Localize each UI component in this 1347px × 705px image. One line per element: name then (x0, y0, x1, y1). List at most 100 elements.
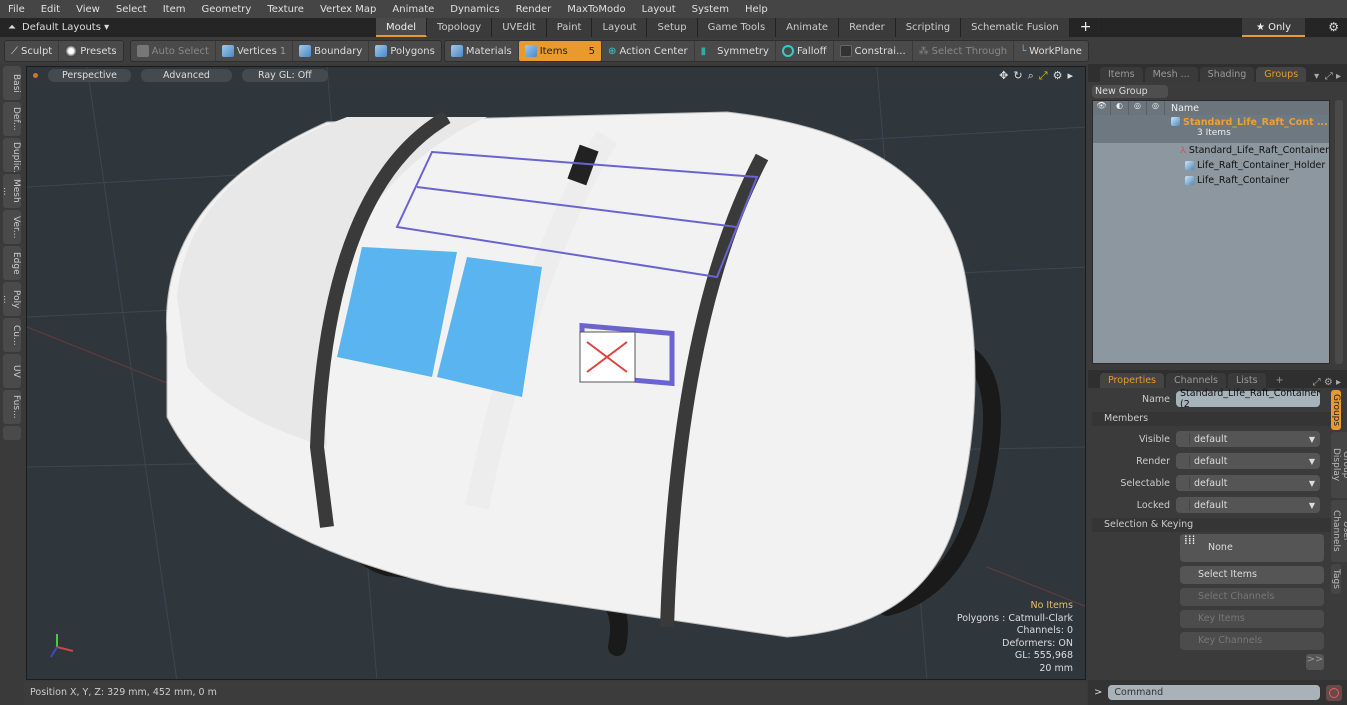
tool-tab-basic[interactable]: Basi (3, 66, 21, 100)
shading-button[interactable]: Advanced (141, 68, 232, 82)
more-button[interactable]: >> (1306, 654, 1324, 670)
menu-system[interactable]: System (684, 4, 737, 15)
tab-paint[interactable]: Paint (546, 18, 593, 37)
move-icon[interactable]: ✥ (999, 69, 1008, 83)
tool-tab-edge[interactable]: Edge (3, 246, 21, 280)
key-channels-button[interactable]: Key Channels (1180, 632, 1324, 650)
tool-tab-fusion[interactable]: Fus... (3, 390, 21, 424)
locked-select[interactable]: default ▼ (1176, 497, 1320, 513)
tab-groups[interactable]: Groups (1256, 67, 1307, 82)
action-center-button[interactable]: ⊕ Action Center (602, 41, 695, 61)
tab-layout[interactable]: Layout (592, 18, 648, 37)
add-tab-button[interactable]: + (1268, 373, 1292, 388)
selection-keying-section[interactable]: Selection & Keying (1092, 518, 1343, 532)
tool-tab-mesh[interactable]: Mesh ... (3, 174, 21, 208)
menu-view[interactable]: View (68, 4, 108, 15)
members-section[interactable]: Members (1092, 412, 1343, 426)
items-button[interactable]: Items 5 (518, 41, 603, 61)
side-tab-group-display[interactable]: Group Display (1331, 432, 1347, 498)
menu-texture[interactable]: Texture (259, 4, 312, 15)
menu-geometry[interactable]: Geometry (193, 4, 259, 15)
tab-render[interactable]: Render (839, 18, 896, 37)
tab-mesh[interactable]: Mesh ... (1144, 67, 1198, 82)
boundary-button[interactable]: Boundary (293, 41, 370, 61)
tab-topology[interactable]: Topology (427, 18, 493, 37)
select-items-button[interactable]: Select Items (1180, 566, 1324, 584)
tab-animate[interactable]: Animate (776, 18, 840, 37)
gear-icon[interactable]: ⚙ (1053, 69, 1063, 83)
auto-select-button[interactable]: Auto Select (131, 41, 216, 61)
tab-items[interactable]: Items (1100, 67, 1143, 82)
only-toggle[interactable]: ★ Only (1241, 18, 1305, 37)
groups-scrollbar[interactable] (1335, 100, 1343, 364)
menu-select[interactable]: Select (108, 4, 155, 15)
visible-select[interactable]: default ▼ (1176, 431, 1320, 447)
expand-icon[interactable]: ⤢ ⚙ ▸ (1313, 377, 1341, 388)
rotate-icon[interactable]: ↻ (1013, 69, 1022, 83)
menu-maxtomodo[interactable]: MaxToModo (559, 4, 633, 15)
presets-button[interactable]: Presets (59, 41, 122, 61)
list-item[interactable]: Life_Raft_Container (1093, 173, 1329, 188)
side-tab-user-channels[interactable]: User Channels (1331, 500, 1347, 562)
select-channels-button[interactable]: Select Channels (1180, 588, 1324, 606)
side-tab-groups[interactable]: Groups (1331, 390, 1341, 430)
tab-shading[interactable]: Shading (1199, 67, 1255, 82)
list-item[interactable]: ⅄ Standard_Life_Raft_Container (1093, 143, 1329, 158)
command-input[interactable]: Command (1108, 685, 1321, 700)
key-items-button[interactable]: Key Items (1180, 610, 1324, 628)
menu-edit[interactable]: Edit (33, 4, 68, 15)
group-row[interactable]: Standard_Life_Raft_Cont ... 3 Items (1093, 115, 1329, 143)
tool-tab-uv[interactable]: UV (3, 354, 21, 388)
select-lock-icon[interactable]: ◎ (1129, 101, 1147, 115)
layouts-dropdown[interactable]: Default Layouts ▾ (22, 22, 109, 33)
chevron-down-icon[interactable]: ▾ (1314, 71, 1319, 82)
eye-icon[interactable]: 👁 (1093, 101, 1111, 115)
tab-scripting[interactable]: Scripting (895, 18, 962, 37)
tool-tab-duplicate[interactable]: Duplic... (3, 138, 21, 172)
tab-channels[interactable]: Channels (1166, 373, 1226, 388)
vertices-button[interactable]: Vertices 1 (216, 41, 294, 61)
tab-game-tools[interactable]: Game Tools (697, 18, 777, 37)
falloff-button[interactable]: Falloff (776, 41, 834, 61)
tool-tab-polygon[interactable]: Poly ... (3, 282, 21, 316)
menu-dynamics[interactable]: Dynamics (442, 4, 507, 15)
menu-vertex-map[interactable]: Vertex Map (312, 4, 384, 15)
view-mode-button[interactable]: Perspective (48, 68, 132, 82)
selectable-select[interactable]: default ▼ (1176, 475, 1320, 491)
collapse-icon[interactable]: ⏶ (8, 22, 16, 33)
add-tab-button[interactable]: + (1070, 18, 1103, 37)
arrow-right-icon[interactable]: ▸ (1067, 69, 1073, 83)
menu-animate[interactable]: Animate (384, 4, 442, 15)
raygl-button[interactable]: Ray GL: Off (241, 68, 328, 82)
render-icon[interactable]: ◐ (1111, 101, 1129, 115)
menu-help[interactable]: Help (737, 4, 776, 15)
tab-uvedit[interactable]: UVEdit (492, 18, 547, 37)
menu-file[interactable]: File (0, 4, 33, 15)
expand-icon[interactable]: ⤢ ▸ (1325, 71, 1341, 82)
tab-schematic-fusion[interactable]: Schematic Fusion (961, 18, 1070, 37)
tool-tab-deform[interactable]: Def... (3, 102, 21, 136)
workplane-button[interactable]: └ WorkPlane (1014, 41, 1088, 61)
sculpt-button[interactable]: ⟋ Sculpt (5, 41, 60, 61)
menu-item[interactable]: Item (155, 4, 194, 15)
none-button[interactable]: ⁞⁞⁞ None (1180, 534, 1324, 562)
render-select[interactable]: default ▼ (1176, 453, 1320, 469)
maximize-icon[interactable]: ⤢ (1039, 69, 1048, 83)
select-through-button[interactable]: ⁂ Select Through (913, 41, 1015, 61)
tab-lists[interactable]: Lists (1227, 373, 1266, 388)
tool-tab-vertex[interactable]: Ver... (3, 210, 21, 244)
tab-properties[interactable]: Properties (1100, 373, 1165, 388)
tool-tab-curve[interactable]: Cu... (3, 318, 21, 352)
zoom-icon[interactable]: ⌕ (1028, 69, 1034, 83)
list-item[interactable]: Life_Raft_Container_Holder (1093, 158, 1329, 173)
tab-setup[interactable]: Setup (647, 18, 698, 37)
record-button[interactable] (1326, 684, 1343, 701)
tool-tab-extra[interactable] (3, 426, 21, 440)
name-field[interactable]: Standard_Life_Raft_Container (2 (1176, 388, 1320, 410)
3d-viewport[interactable]: Perspective Advanced Ray GL: Off ✥ ↻ ⌕ ⤢… (26, 66, 1086, 680)
menu-render[interactable]: Render (508, 4, 560, 15)
materials-button[interactable]: Materials (445, 41, 519, 61)
side-tab-tags[interactable]: Tags (1331, 564, 1341, 594)
gear-icon[interactable]: ⚙ (1328, 20, 1339, 34)
polygons-button[interactable]: Polygons (369, 41, 441, 61)
